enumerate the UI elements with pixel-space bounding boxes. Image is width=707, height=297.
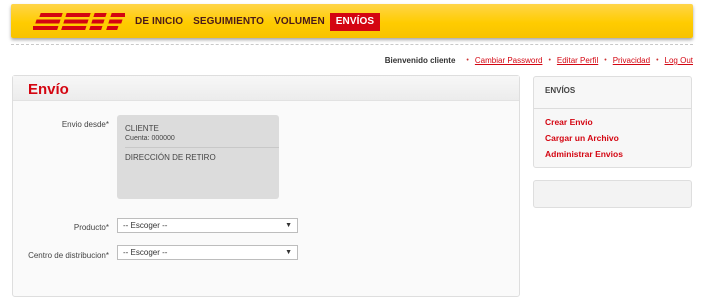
sidebar-divider — [534, 108, 691, 109]
welcome-text: Bienvenido cliente — [384, 56, 456, 65]
nav-inicio[interactable]: DE INICIO — [135, 14, 188, 31]
distribution-center-select[interactable]: -- Escoger -- ▼ — [117, 245, 298, 260]
separator-dot: • — [548, 57, 551, 64]
dhl-logo[interactable] — [33, 12, 125, 31]
shipments-sidebar: ENVÍOS Crear Envio Cargar un Archivo Adm… — [533, 76, 692, 168]
pickup-address: DIRECCIÓN DE RETIRO — [125, 153, 216, 162]
sidebar-upload-file[interactable]: Cargar un Archivo — [545, 133, 619, 143]
nav-seguimiento[interactable]: SEGUIMIENTO — [188, 14, 269, 31]
panel-header — [13, 76, 519, 101]
separator-dot: • — [466, 57, 469, 64]
privacy-link[interactable]: Privacidad — [613, 56, 650, 65]
user-bar: Bienvenido cliente • Cambiar Password • … — [385, 56, 693, 65]
client-name: CLIENTE — [125, 124, 159, 133]
top-navigation-bar: DE INICIO SEGUIMIENTO VOLUMEN ENVÍOS — [11, 4, 693, 38]
main-nav: DE INICIO SEGUIMIENTO VOLUMEN ENVÍOS — [135, 13, 381, 31]
header-divider — [11, 44, 693, 45]
change-password-link[interactable]: Cambiar Password — [475, 56, 543, 65]
origin-label: Envio desde* — [61, 120, 109, 129]
dropdown-arrow-icon: ▼ — [285, 222, 292, 229]
edit-profile-link[interactable]: Editar Perfil — [557, 56, 598, 65]
page-title: Envío — [28, 81, 69, 98]
nav-volumen[interactable]: VOLUMEN — [269, 14, 330, 31]
product-select[interactable]: -- Escoger -- ▼ — [117, 218, 298, 233]
distribution-center-label: Centro de distribucion* — [28, 251, 109, 260]
product-select-value: -- Escoger -- — [123, 221, 168, 230]
logout-link[interactable]: Log Out — [665, 56, 693, 65]
separator-dot: • — [656, 57, 659, 64]
product-label: Producto* — [73, 223, 109, 232]
sidebar-heading: ENVÍOS — [545, 86, 576, 95]
sidebar-create-shipment[interactable]: Crear Envio — [545, 117, 593, 127]
separator-dot: • — [604, 57, 607, 64]
shipment-panel: Envío Envio desde* CLIENTE Cuenta: 00000… — [12, 75, 520, 297]
sidebar-manage-shipments[interactable]: Administrar Envios — [545, 149, 623, 159]
dropdown-arrow-icon: ▼ — [285, 249, 292, 256]
distribution-center-select-value: -- Escoger -- — [123, 248, 168, 257]
origin-address-box: CLIENTE Cuenta: 000000 DIRECCIÓN DE RETI… — [117, 115, 279, 199]
nav-envios[interactable]: ENVÍOS — [329, 13, 381, 31]
sidebar-empty-box — [533, 180, 692, 208]
origin-divider — [125, 147, 279, 148]
account-number: Cuenta: 000000 — [125, 135, 175, 142]
